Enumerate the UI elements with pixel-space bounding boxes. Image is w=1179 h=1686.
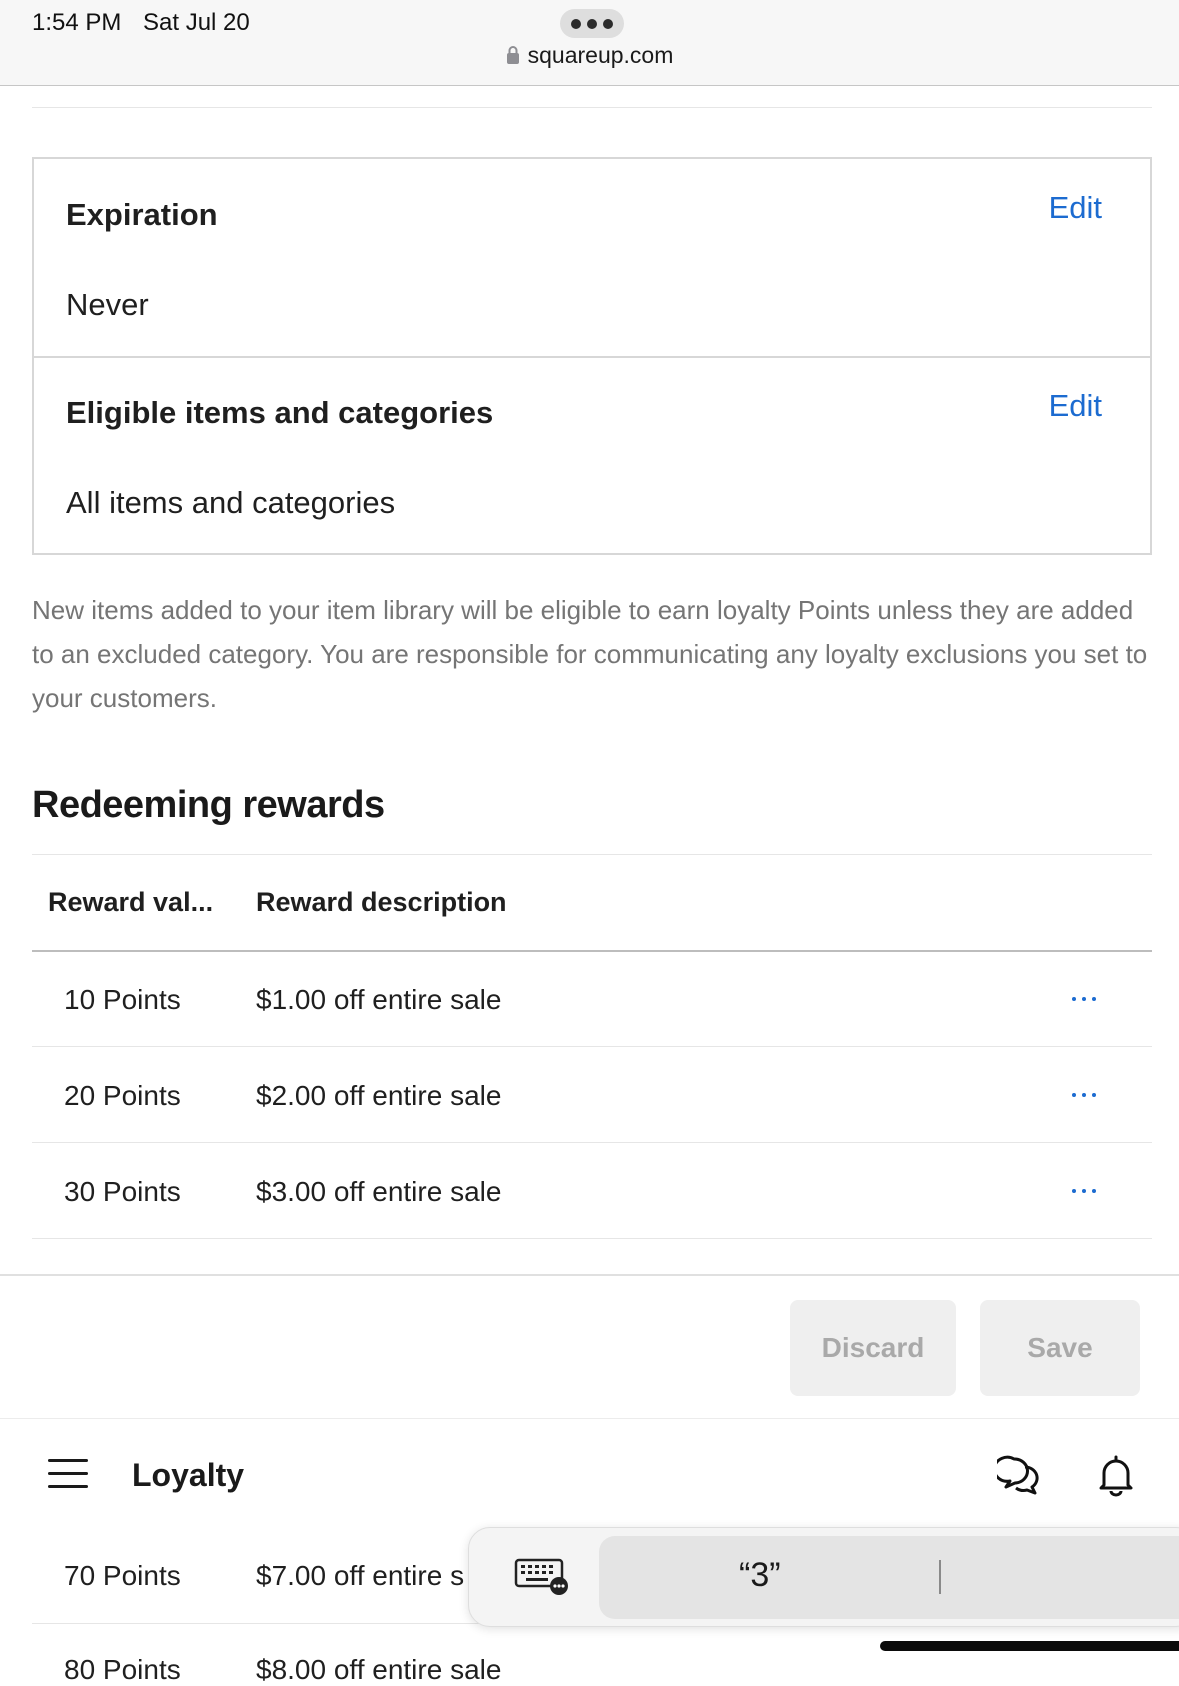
app-nav-bar: Loyalty — [0, 1418, 1179, 1536]
row-divider — [32, 1046, 1152, 1047]
bell-icon[interactable] — [1094, 1453, 1138, 1497]
settings-card: Expiration Edit Never Eligible items and… — [32, 157, 1152, 555]
reward-value-cell: 30 Points — [64, 1176, 181, 1207]
divider — [32, 107, 1152, 108]
table-header-divider — [32, 950, 1152, 952]
reward-description-cell: $8.00 off entire sale — [256, 1654, 502, 1685]
suggestion-text[interactable]: “3” — [739, 1556, 781, 1595]
keyboard-shortcut-bar: “3” — [468, 1527, 1179, 1627]
card-divider — [34, 356, 1150, 358]
messages-icon[interactable] — [997, 1453, 1041, 1497]
eligibility-note: New items added to your item library wil… — [32, 595, 1148, 713]
multitasking-dots-icon[interactable] — [560, 9, 624, 38]
discard-button[interactable]: Discard — [790, 1300, 956, 1396]
footer-divider — [0, 1274, 1179, 1276]
lock-icon — [506, 46, 519, 64]
home-indicator — [880, 1641, 1179, 1651]
expiration-edit-link[interactable]: Edit — [1049, 190, 1102, 226]
row-more-options-icon[interactable] — [1072, 1187, 1096, 1195]
eligible-edit-link[interactable]: Edit — [1049, 388, 1102, 424]
reward-value-cell: 20 Points — [64, 1080, 181, 1111]
reward-value-cell: 70 Points — [64, 1560, 181, 1591]
column-header-reward-value[interactable]: Reward val... — [48, 887, 213, 918]
row-divider — [32, 1142, 1152, 1143]
row-more-options-icon[interactable] — [1072, 995, 1096, 1003]
suggestion-divider — [939, 1560, 941, 1594]
status-time: 1:54 PM — [32, 9, 122, 36]
reward-description-cell: $3.00 off entire sale — [256, 1176, 502, 1207]
redeeming-rewards-heading: Redeeming rewards — [32, 784, 385, 826]
row-divider — [32, 1238, 1152, 1239]
status-date: Sat Jul 20 — [143, 9, 250, 36]
reward-value-cell: 80 Points — [64, 1654, 181, 1685]
reward-description-cell: $7.00 off entire s — [256, 1560, 465, 1591]
expiration-title: Expiration — [66, 197, 218, 232]
table-top-divider — [32, 854, 1152, 855]
address-bar[interactable]: squareup.com — [0, 42, 1179, 69]
eligible-title: Eligible items and categories — [66, 395, 494, 430]
eligible-value: All items and categories — [66, 485, 396, 520]
suggestion-bar: “3” — [599, 1536, 1179, 1619]
hamburger-menu-icon[interactable] — [48, 1459, 88, 1489]
reward-description-cell: $1.00 off entire sale — [256, 984, 502, 1015]
nav-title: Loyalty — [132, 1457, 245, 1493]
url-text: squareup.com — [527, 42, 674, 68]
reward-description-cell: $2.00 off entire sale — [256, 1080, 502, 1111]
save-button[interactable]: Save — [980, 1300, 1140, 1396]
expiration-value: Never — [66, 287, 149, 322]
column-header-reward-description[interactable]: Reward description — [256, 887, 507, 918]
browser-status-bar: 1:54 PM Sat Jul 20 squareup.com — [0, 0, 1179, 86]
row-more-options-icon[interactable] — [1072, 1091, 1096, 1099]
reward-value-cell: 10 Points — [64, 984, 181, 1015]
keyboard-icon[interactable] — [514, 1556, 570, 1596]
